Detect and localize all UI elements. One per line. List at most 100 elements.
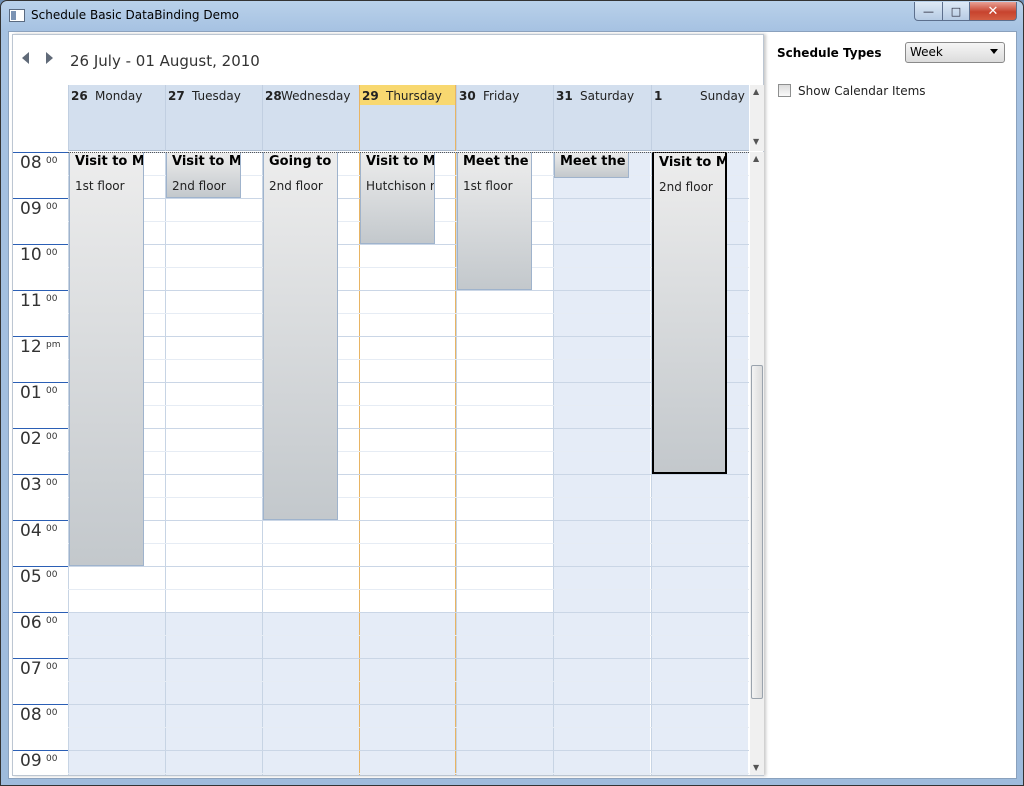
day-header[interactable]: 30 Friday: [456, 85, 553, 151]
appointment[interactable]: Visit to Ma 2nd floor: [652, 152, 727, 474]
day-name: Monday: [95, 89, 143, 103]
grid-line: [68, 727, 749, 728]
app-window: Schedule Basic DataBinding Demo — □ ✕ 26…: [0, 0, 1024, 786]
scroll-up-icon[interactable]: ▲: [753, 154, 759, 163]
window-title: Schedule Basic DataBinding Demo: [31, 8, 240, 22]
time-suffix: 00: [46, 708, 58, 718]
time-suffix: 00: [46, 432, 58, 442]
grid-top-line: [68, 152, 749, 153]
time-slot: 06 00: [13, 612, 68, 658]
appointment[interactable]: Visit to Ma Hutchison ro: [360, 152, 435, 244]
grid-line: [68, 704, 749, 705]
grid-line: [68, 589, 749, 590]
schedule-type-dropdown[interactable]: Week: [905, 42, 1005, 63]
minimize-button[interactable]: —: [914, 2, 943, 21]
grid-line: [68, 543, 749, 544]
next-arrow-icon[interactable]: [46, 52, 53, 64]
day-name: Saturday: [580, 89, 635, 103]
day-header[interactable]: 1 Sunday: [651, 85, 748, 151]
time-suffix: 00: [46, 478, 58, 488]
grid-line: [68, 359, 749, 360]
grid-line: [68, 773, 749, 774]
day-name: Thursday: [386, 89, 442, 103]
grid-line: [68, 520, 749, 521]
previous-arrow-icon[interactable]: [22, 52, 29, 64]
day-name: Tuesday: [192, 89, 241, 103]
time-hour: 10: [20, 245, 42, 265]
time-hour: 12: [20, 337, 42, 357]
show-calendar-items-label[interactable]: Show Calendar Items: [798, 84, 926, 98]
header-scrollbar[interactable]: ▲ ▼: [750, 85, 764, 151]
time-suffix: 00: [46, 202, 58, 212]
grid-line: [68, 244, 749, 245]
time-hour: 05: [20, 567, 42, 587]
time-suffix: 00: [46, 616, 58, 626]
time-slot: 02 00: [13, 428, 68, 474]
close-button[interactable]: ✕: [969, 2, 1017, 21]
time-slot: 05 00: [13, 566, 68, 612]
day-name: Wednesday: [281, 89, 351, 103]
grid-line: [68, 497, 749, 498]
day-header[interactable]: 27 Tuesday: [165, 85, 262, 151]
time-hour: 01: [20, 383, 42, 403]
app-icon: [9, 9, 25, 22]
appointment-subject: Visit to Ma: [75, 154, 144, 169]
day-header[interactable]: 31 Saturday: [553, 85, 650, 151]
day-header[interactable]: 28 Wednesday: [262, 85, 359, 151]
time-suffix: 00: [46, 570, 58, 580]
grid-line: [68, 451, 749, 452]
day-number: 26: [71, 89, 88, 103]
time-slot: 07 00: [13, 658, 68, 704]
scroll-down-icon[interactable]: ▼: [753, 763, 759, 772]
appointment[interactable]: Visit to Ma 1st floor: [69, 152, 144, 566]
appointment-location: 2nd floor: [269, 179, 323, 193]
grid-line: [68, 635, 749, 636]
day-header[interactable]: 29 Thursday: [359, 85, 456, 151]
vertical-scrollbar[interactable]: ▲ ▼: [750, 152, 764, 775]
time-grid[interactable]: 08 00 09 00 10 00 11 00 12 pm 01 00 02 00 03 00 04 00 05 00…: [13, 152, 749, 775]
time-slot: 01 00: [13, 382, 68, 428]
appointment-location: 1st floor: [75, 179, 125, 193]
grid-line: [68, 612, 749, 613]
appointment-subject: Visit to Ma: [172, 154, 241, 169]
maximize-button[interactable]: □: [942, 2, 970, 21]
appointment[interactable]: Visit to Ma 2nd floor: [166, 152, 241, 198]
schedule-types-label: Schedule Types: [777, 46, 882, 60]
grid-line: [68, 428, 749, 429]
grid-line: [68, 313, 749, 314]
day-number: 29: [362, 89, 379, 103]
day-number: 28: [265, 89, 282, 103]
time-slot: 09 00: [13, 198, 68, 244]
show-calendar-items-checkbox[interactable]: [778, 84, 791, 97]
time-slot: 04 00: [13, 520, 68, 566]
appointment-subject: Meet the d: [463, 154, 531, 169]
day-header-row: 26 Monday 27 Tuesday 28 Wednesday 29 Thursday 30…: [68, 85, 749, 151]
scroll-up-icon[interactable]: ▲: [753, 87, 759, 96]
appointment-location: 1st floor: [463, 179, 513, 193]
appointment[interactable]: Meet the d: [554, 152, 629, 178]
appointment[interactable]: Going to P 2nd floor: [263, 152, 338, 520]
time-hour: 02: [20, 429, 42, 449]
day-name: Sunday: [700, 89, 745, 103]
time-hour: 06: [20, 613, 42, 633]
appointment-subject: Visit to Ma: [366, 154, 435, 169]
time-suffix: 00: [46, 662, 58, 672]
time-hour: 04: [20, 521, 42, 541]
title-bar[interactable]: Schedule Basic DataBinding Demo — □ ✕: [1, 1, 1023, 31]
time-suffix: 00: [46, 386, 58, 396]
scrollbar-thumb[interactable]: [751, 365, 763, 699]
day-number: 1: [654, 89, 663, 103]
day-header[interactable]: 26 Monday: [68, 85, 165, 151]
time-hour: 09: [20, 199, 42, 219]
appointment-subject: Going to P: [269, 154, 338, 169]
time-suffix: 00: [46, 294, 58, 304]
grid-line: [68, 681, 749, 682]
time-slot: 08 00: [13, 704, 68, 750]
scroll-down-icon[interactable]: ▼: [753, 137, 759, 146]
appointment[interactable]: Meet the d 1st floor: [457, 152, 532, 290]
schedule-control: 26 July - 01 August, 2010 26 Monday 27 Tues…: [12, 34, 764, 776]
grid-line: [68, 658, 749, 659]
grid-line: [68, 566, 749, 567]
time-hour: 09: [20, 751, 42, 771]
date-range-label: 26 July - 01 August, 2010: [70, 52, 260, 70]
